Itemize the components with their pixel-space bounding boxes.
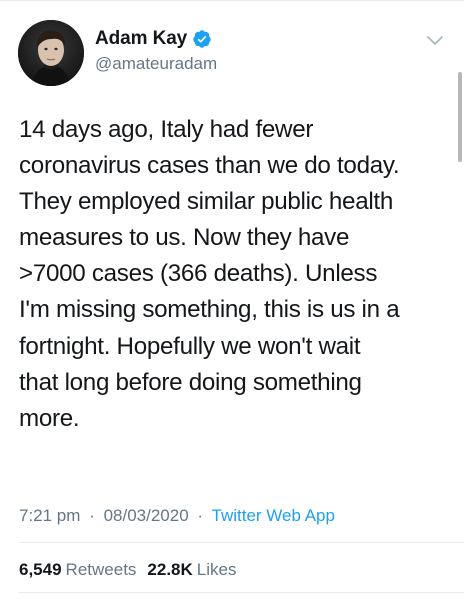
tweet-time[interactable]: 7:21 pm: [19, 506, 80, 525]
display-name[interactable]: Adam Kay: [95, 28, 187, 50]
retweets-stat[interactable]: 6,549 Retweets: [19, 560, 136, 579]
scrollbar[interactable]: [458, 72, 462, 162]
verified-badge-icon: [192, 29, 212, 49]
avatar-photo: [18, 20, 84, 86]
tweet-card: Adam Kay @amateuradam 14 days ago, Italy…: [0, 0, 464, 600]
divider: [19, 542, 464, 543]
chevron-down-icon[interactable]: [426, 34, 444, 48]
tweet-source-link[interactable]: Twitter Web App: [212, 506, 335, 525]
tweet-date[interactable]: 08/03/2020: [104, 506, 189, 525]
likes-label: Likes: [196, 560, 237, 579]
handle[interactable]: @amateuradam: [95, 54, 217, 74]
likes-stat[interactable]: 22.8K Likes: [147, 560, 236, 579]
retweets-count: 6,549: [19, 560, 62, 579]
tweet-stats: 6,549 Retweets 22.8K Likes: [19, 560, 236, 580]
meta-separator: ·: [197, 506, 204, 525]
avatar[interactable]: [18, 20, 84, 86]
author-block[interactable]: Adam Kay @amateuradam: [95, 27, 217, 74]
retweets-label: Retweets: [65, 560, 137, 579]
tweet-text: 14 days ago, Italy had fewer coronavirus…: [19, 116, 400, 432]
meta-separator: ·: [89, 506, 95, 525]
tweet-meta: 7:21 pm · 08/03/2020 · Twitter Web App: [19, 506, 335, 526]
name-row: Adam Kay: [95, 27, 217, 51]
divider: [19, 592, 464, 593]
likes-count: 22.8K: [147, 560, 193, 579]
